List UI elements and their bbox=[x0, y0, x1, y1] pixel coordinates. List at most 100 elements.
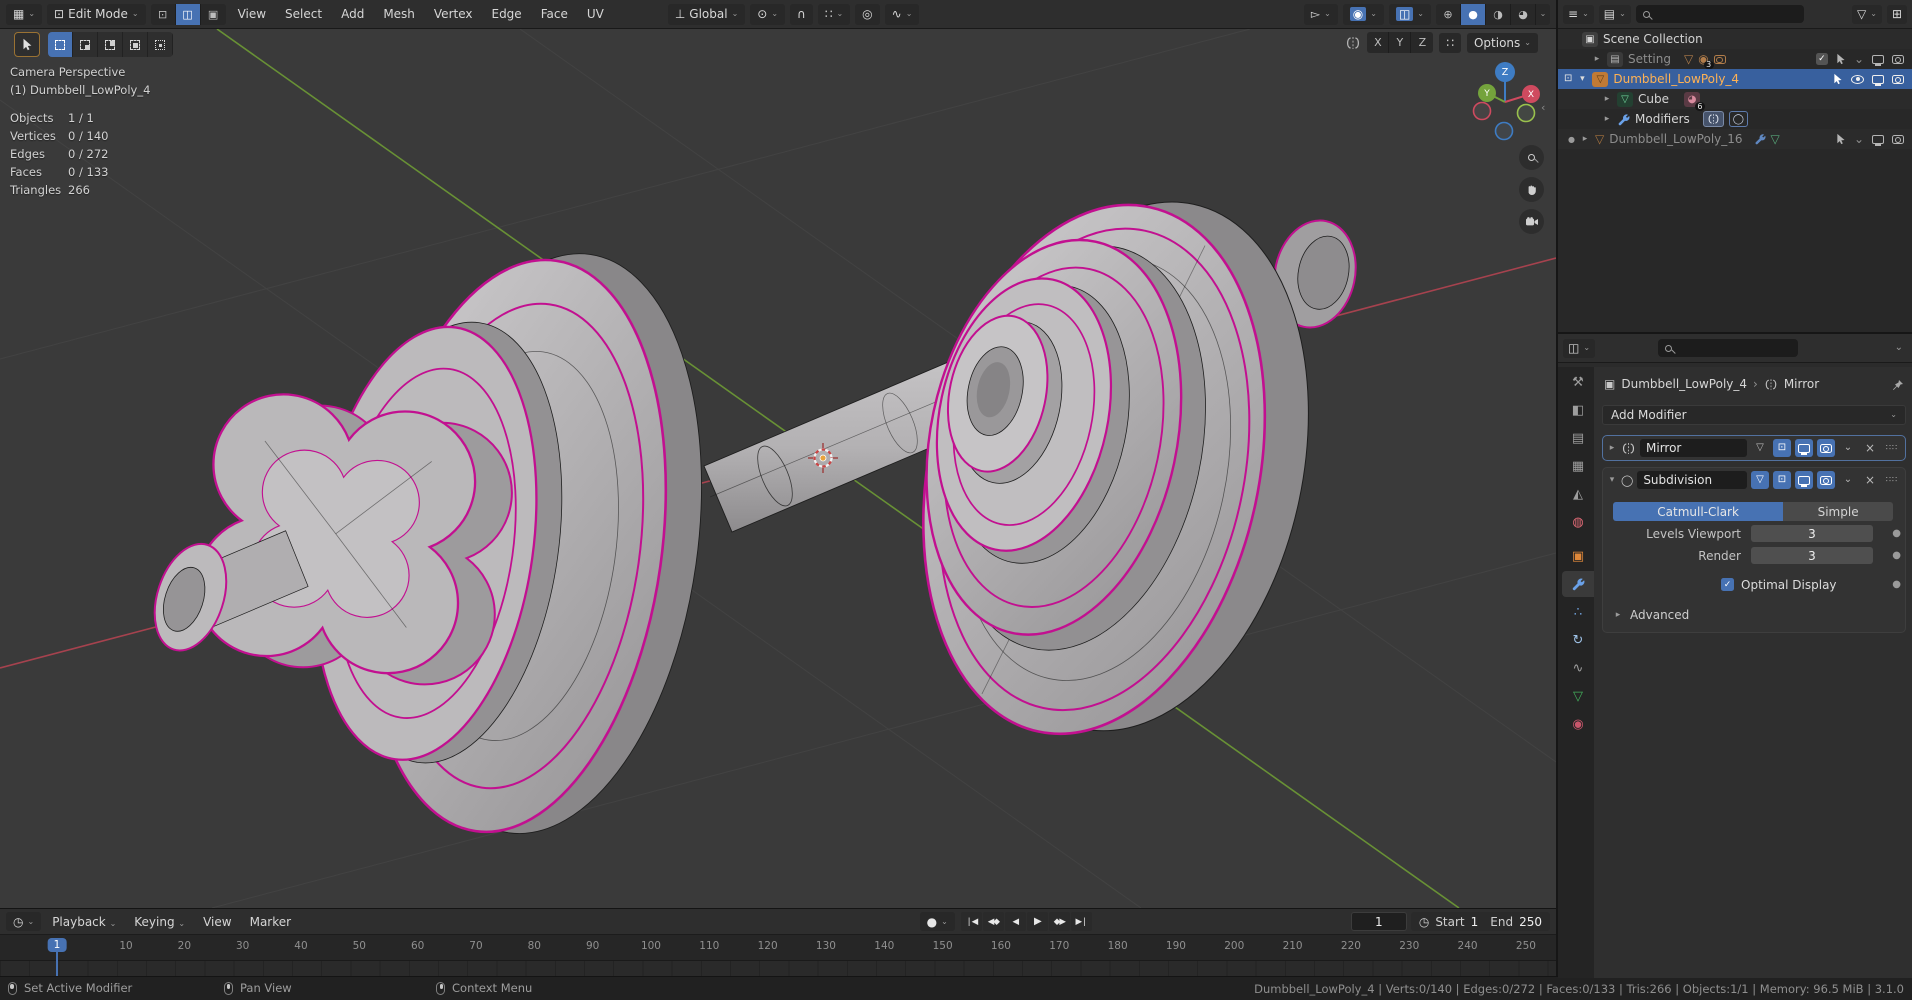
cage-display-toggle[interactable]: ⊡ bbox=[1773, 439, 1791, 457]
breadcrumb-object[interactable]: Dumbbell_LowPoly_4 bbox=[1621, 377, 1747, 391]
proportional-falloff-dropdown[interactable]: ∿⌄ bbox=[885, 4, 920, 25]
selectable-icon[interactable] bbox=[1836, 53, 1846, 65]
animate-dot-icon[interactable]: ● bbox=[1892, 579, 1901, 590]
menu-mesh[interactable]: Mesh bbox=[376, 7, 422, 21]
rendered-shading-button[interactable]: ◕ bbox=[1511, 4, 1536, 25]
menu-marker[interactable]: Marker bbox=[243, 915, 298, 929]
delete-modifier-button[interactable]: × bbox=[1861, 471, 1879, 489]
outliner-display-mode-dropdown[interactable]: ≡⌄ bbox=[1563, 5, 1594, 24]
outliner-filter-type-dropdown[interactable]: ▤⌄ bbox=[1599, 5, 1631, 24]
jump-to-end-button[interactable]: ▶❘ bbox=[1071, 912, 1092, 931]
auto-keying-button[interactable]: ●⌄ bbox=[920, 912, 955, 931]
overlays-dropdown[interactable]: ◉⌄ bbox=[1343, 4, 1384, 25]
outliner-row-dumbbell-lowpoly-4[interactable]: ⊡ ▾ ▽ Dumbbell_LowPoly_4 bbox=[1558, 69, 1912, 89]
tab-output[interactable]: ▤ bbox=[1562, 425, 1594, 451]
properties-options-dropdown[interactable]: ⌄ bbox=[1895, 343, 1907, 353]
outliner-row-cube[interactable]: ▸ ▽ Cube ◕6 bbox=[1558, 89, 1912, 109]
catmull-clark-button[interactable]: Catmull-Clark bbox=[1613, 502, 1783, 521]
properties-search-input[interactable] bbox=[1658, 339, 1798, 357]
expand-icon[interactable]: ▸ bbox=[1602, 95, 1612, 104]
pivot-point-dropdown[interactable]: ⊙⌄ bbox=[750, 4, 785, 25]
menu-keying[interactable]: Keying ⌄ bbox=[127, 915, 192, 929]
gizmo-neg-z[interactable] bbox=[1496, 123, 1513, 140]
menu-playback[interactable]: Playback ⌄ bbox=[45, 915, 123, 929]
render-levels-field[interactable]: 3 bbox=[1751, 547, 1873, 564]
tab-material[interactable]: ◉ bbox=[1562, 711, 1594, 737]
camera-icon[interactable] bbox=[1892, 135, 1904, 144]
outliner-row-setting[interactable]: ▸ ▤ Setting ▽ ◉3 ✓ ⌄ bbox=[1558, 49, 1912, 69]
vertex-select-button[interactable]: ⊡ bbox=[151, 4, 176, 25]
render-display-toggle[interactable] bbox=[1817, 439, 1835, 457]
proportional-edit-toggle[interactable]: ◎ bbox=[855, 4, 879, 25]
snap-with-dropdown[interactable]: ∷⌄ bbox=[818, 4, 850, 25]
tab-constraints[interactable]: ∿ bbox=[1562, 655, 1594, 681]
selectable-icon[interactable] bbox=[1836, 133, 1846, 145]
select-subtract-button[interactable] bbox=[98, 32, 123, 57]
subdivision-modifier-tag[interactable]: ◯ bbox=[1729, 111, 1748, 127]
outliner-filter-dropdown[interactable]: ▽⌄ bbox=[1852, 5, 1882, 24]
eye-open-icon[interactable] bbox=[1851, 75, 1864, 84]
menu-add[interactable]: Add bbox=[334, 7, 371, 21]
properties-editor-type-button[interactable]: ◫⌄ bbox=[1563, 339, 1595, 358]
tab-modifiers[interactable] bbox=[1562, 571, 1594, 597]
tab-physics[interactable]: ↻ bbox=[1562, 627, 1594, 653]
simple-button[interactable]: Simple bbox=[1783, 502, 1893, 521]
monitor-icon[interactable] bbox=[1872, 55, 1884, 64]
camera-view-button[interactable] bbox=[1519, 209, 1544, 234]
mirror-name-field[interactable]: Mirror bbox=[1640, 439, 1747, 457]
select-extend-button[interactable] bbox=[73, 32, 98, 57]
collection-checkbox[interactable]: ✓ bbox=[1816, 53, 1828, 65]
tab-world[interactable]: ◍ bbox=[1562, 509, 1594, 535]
collapse-icon[interactable]: ▾ bbox=[1607, 476, 1617, 485]
menu-view[interactable]: View bbox=[196, 915, 238, 929]
tab-object-data[interactable]: ▽ bbox=[1562, 683, 1594, 709]
tab-scene[interactable]: ◭ bbox=[1562, 481, 1594, 507]
gizmo-neg-x[interactable] bbox=[1474, 103, 1491, 120]
navigation-gizmo[interactable]: Z Y X bbox=[1460, 55, 1550, 145]
outliner-search-input[interactable] bbox=[1636, 5, 1804, 23]
edit-mode-display-toggle[interactable]: ▽ bbox=[1751, 471, 1769, 489]
gizmo-neg-y[interactable] bbox=[1518, 105, 1535, 122]
xray-dropdown[interactable]: ◫⌄ bbox=[1389, 4, 1431, 25]
add-modifier-dropdown[interactable]: Add Modifier ⌄ bbox=[1602, 405, 1906, 425]
expand-icon[interactable]: ▸ bbox=[1602, 115, 1612, 124]
delete-modifier-button[interactable]: × bbox=[1861, 439, 1879, 457]
menu-edge[interactable]: Edge bbox=[484, 7, 528, 21]
drag-handle-icon[interactable]: ∷∷ bbox=[1883, 471, 1901, 489]
menu-view[interactable]: View bbox=[231, 7, 273, 21]
outliner-row-scene-collection[interactable]: ▣ Scene Collection bbox=[1558, 29, 1912, 49]
jump-to-start-button[interactable]: ❘◀ bbox=[961, 912, 982, 931]
zoom-button[interactable] bbox=[1519, 145, 1544, 170]
tab-render[interactable]: ◧ bbox=[1562, 397, 1594, 423]
active-tool-button[interactable] bbox=[14, 32, 40, 57]
outliner-row-dumbbell-lowpoly-16[interactable]: ● ▸ ▽ Dumbbell_LowPoly_16 ▽ ⌄ bbox=[1558, 129, 1912, 149]
prev-keyframe-button[interactable]: ◀◆ bbox=[983, 912, 1004, 931]
move-view-button[interactable] bbox=[1519, 177, 1544, 202]
mirror-modifier-tag[interactable] bbox=[1703, 111, 1724, 127]
animate-dot-icon[interactable]: ● bbox=[1892, 528, 1901, 539]
menu-vertex[interactable]: Vertex bbox=[427, 7, 480, 21]
camera-icon[interactable] bbox=[1892, 75, 1904, 84]
drag-handle-icon[interactable]: ∷∷ bbox=[1883, 439, 1901, 457]
eye-closed-icon[interactable]: ⌄ bbox=[1854, 133, 1864, 145]
animate-dot-icon[interactable]: ● bbox=[1892, 550, 1901, 561]
monitor-icon[interactable] bbox=[1872, 75, 1884, 84]
edit-mode-display-toggle[interactable]: ▽ bbox=[1751, 439, 1769, 457]
mirror-y-button[interactable]: Y bbox=[1389, 32, 1411, 53]
timeline-ruler[interactable]: 1102030405060708090100110120130140150160… bbox=[0, 935, 1556, 961]
select-set-button[interactable] bbox=[48, 32, 73, 57]
outliner-row-modifiers[interactable]: ▸ Modifiers ◯ bbox=[1558, 109, 1912, 129]
3d-viewport[interactable]: X Y Z ∷ Options⌄ Camera Perspective (1) … bbox=[0, 29, 1556, 908]
eye-closed-icon[interactable]: ⌄ bbox=[1854, 53, 1864, 65]
tab-tool[interactable]: ⚒ bbox=[1562, 369, 1594, 395]
extras-dropdown[interactable]: ⌄ bbox=[1839, 471, 1857, 489]
current-frame-field[interactable]: 1 bbox=[1351, 912, 1407, 931]
transform-orientation-dropdown[interactable]: ⊥Global⌄ bbox=[668, 4, 745, 25]
dumbbell-mesh[interactable] bbox=[122, 160, 1365, 856]
timeline-editor-type-button[interactable]: ◷⌄ bbox=[6, 912, 41, 931]
realtime-display-toggle[interactable] bbox=[1795, 439, 1813, 457]
camera-icon[interactable] bbox=[1892, 55, 1904, 64]
face-select-button[interactable]: ▣ bbox=[201, 4, 226, 25]
tab-particles[interactable]: ∴ bbox=[1562, 599, 1594, 625]
breadcrumb-modifier[interactable]: Mirror bbox=[1784, 377, 1819, 391]
